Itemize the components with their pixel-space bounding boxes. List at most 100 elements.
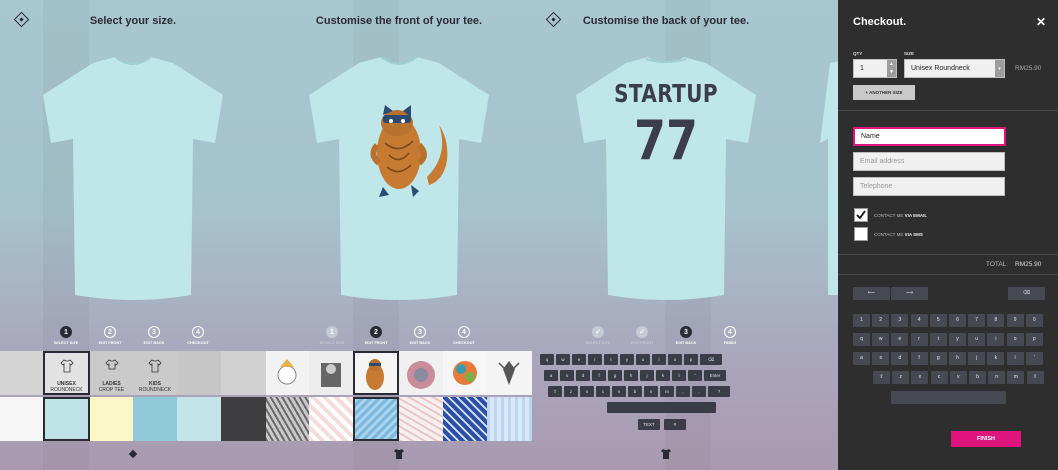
- keyboard-key[interactable]: Enter: [704, 370, 726, 381]
- graphic-option[interactable]: [399, 351, 443, 395]
- keyboard-key[interactable]: a: [853, 352, 870, 365]
- keyboard-key[interactable]: .: [692, 386, 706, 397]
- step-edit-back[interactable]: 3 EDIT BACK: [398, 326, 442, 345]
- keyboard-key[interactable]: c: [930, 371, 948, 384]
- back-print-name[interactable]: STARTUP: [586, 79, 746, 108]
- keyboard-key[interactable]: u: [636, 354, 650, 365]
- keyboard-key[interactable]: r: [588, 354, 602, 365]
- keyboard-key[interactable]: n: [988, 371, 1006, 384]
- keyboard-key[interactable]: 2: [872, 314, 890, 327]
- keyboard-key[interactable]: v: [612, 386, 626, 397]
- keyboard-key[interactable]: c: [596, 386, 610, 397]
- keyboard-key[interactable]: 0: [1025, 314, 1043, 327]
- keyboard-key[interactable]: 7: [968, 314, 986, 327]
- graphic-option[interactable]: [309, 351, 353, 395]
- step-edit-back[interactable]: 3 EDIT BACK: [664, 326, 708, 345]
- space-key[interactable]: [891, 391, 1006, 404]
- keyboard-key[interactable]: 5: [929, 314, 947, 327]
- keyboard-key[interactable]: y: [949, 333, 966, 346]
- pattern-option[interactable]: [266, 397, 309, 441]
- keyboard-key[interactable]: 8: [987, 314, 1005, 327]
- keyboard-key[interactable]: w: [872, 333, 890, 346]
- qty-stepper-icon[interactable]: ▲ ▼: [887, 60, 896, 77]
- color-swatch[interactable]: [90, 397, 133, 441]
- size-option-ladies[interactable]: LADIES CROP TEE: [90, 351, 133, 395]
- color-swatch[interactable]: [177, 397, 221, 441]
- step-edit-front[interactable]: 2 EDIT FRONT: [88, 326, 132, 345]
- keyboard-key[interactable]: e: [891, 333, 909, 346]
- keyboard-key[interactable]: y: [620, 354, 634, 365]
- keyboard-key[interactable]: s: [872, 352, 890, 365]
- keyboard-key[interactable]: v: [949, 371, 967, 384]
- cursor-right-key[interactable]: ⟶: [891, 287, 928, 300]
- keyboard-key[interactable]: o: [1006, 333, 1024, 346]
- keyboard-key[interactable]: 3: [891, 314, 909, 327]
- keyboard-key[interactable]: f: [592, 370, 606, 381]
- step-finish[interactable]: 4 FINISH: [708, 326, 752, 345]
- contact-sms-checkbox[interactable]: [854, 227, 868, 241]
- keyboard-key[interactable]: q: [540, 354, 554, 365]
- keyboard-key[interactable]: r: [910, 333, 928, 346]
- keyboard-key[interactable]: o: [668, 354, 682, 365]
- graphic-option-selected[interactable]: [353, 351, 399, 395]
- step-edit-front[interactable]: 2 EDIT FRONT: [354, 326, 398, 345]
- keyboard-key[interactable]: x: [911, 371, 929, 384]
- color-swatch[interactable]: [133, 397, 177, 441]
- step-checkout[interactable]: 4 CHECKOUT: [176, 326, 220, 345]
- keyboard-key[interactable]: ?: [708, 386, 730, 397]
- keyboard-key[interactable]: l: [672, 370, 686, 381]
- keyboard-key[interactable]: ⇧: [1026, 371, 1044, 384]
- name-field[interactable]: Name: [853, 127, 1006, 146]
- size-option-kids[interactable]: KIDS ROUNDNECK: [133, 351, 177, 395]
- keyboard-key[interactable]: m: [1007, 371, 1025, 384]
- step-select-size[interactable]: 1 SELECT SIZE: [310, 326, 354, 345]
- keyboard-key[interactable]: g: [929, 352, 947, 365]
- keyboard-key[interactable]: e: [572, 354, 586, 365]
- keyboard-key[interactable]: p: [684, 354, 698, 365]
- backspace-icon[interactable]: ⌫: [1008, 287, 1045, 300]
- keyboard-key[interactable]: 6: [949, 314, 966, 327]
- keyboard-key[interactable]: w: [556, 354, 570, 365]
- keyboard-key[interactable]: t: [929, 333, 947, 346]
- email-field[interactable]: Email address: [853, 152, 1005, 171]
- step-edit-front[interactable]: ✓ EDIT FRONT: [620, 326, 664, 345]
- keyboard-key[interactable]: b: [628, 386, 642, 397]
- contact-email-checkbox[interactable]: [854, 208, 868, 222]
- keyboard-key[interactable]: j: [640, 370, 654, 381]
- color-swatch[interactable]: [0, 397, 43, 441]
- back-print-number[interactable]: 77: [581, 109, 751, 172]
- graphic-option[interactable]: [487, 351, 532, 395]
- add-another-size-button[interactable]: + ANOTHER SIZE: [853, 85, 915, 100]
- cursor-left-key[interactable]: ⟵: [853, 287, 890, 300]
- keyboard-key[interactable]: t: [604, 354, 618, 365]
- keyboard-key[interactable]: m: [660, 386, 674, 397]
- keyboard-key[interactable]: d: [576, 370, 590, 381]
- keyboard-key[interactable]: u: [968, 333, 986, 346]
- pattern-option-selected[interactable]: [353, 397, 399, 441]
- keyboard-key[interactable]: 4: [910, 314, 928, 327]
- number-mode-key[interactable]: #: [664, 419, 686, 430]
- keyboard-key[interactable]: i: [652, 354, 666, 365]
- keyboard-key[interactable]: x: [580, 386, 594, 397]
- keyboard-key[interactable]: d: [891, 352, 909, 365]
- keyboard-key[interactable]: 1: [853, 314, 870, 327]
- space-key[interactable]: [607, 402, 716, 413]
- keyboard-key[interactable]: z: [892, 371, 910, 384]
- keyboard-key[interactable]: ': [1025, 352, 1043, 365]
- keyboard-key[interactable]: f: [910, 352, 928, 365]
- keyboard-key[interactable]: ⇧: [873, 371, 890, 384]
- keyboard-key[interactable]: s: [560, 370, 574, 381]
- keyboard-key[interactable]: q: [853, 333, 870, 346]
- keyboard-key[interactable]: k: [656, 370, 670, 381]
- graphic-option[interactable]: [266, 351, 309, 395]
- keyboard-key[interactable]: h: [949, 352, 966, 365]
- step-edit-back[interactable]: 3 EDIT BACK: [132, 326, 176, 345]
- keyboard-key[interactable]: ,: [676, 386, 690, 397]
- step-select-size[interactable]: 1 SELECT SIZE: [44, 326, 88, 345]
- finish-button[interactable]: FINISH: [951, 431, 1021, 447]
- color-swatch[interactable]: [221, 397, 266, 441]
- qty-field[interactable]: 1 ▲ ▼: [853, 59, 897, 78]
- keyboard-key[interactable]: g: [608, 370, 622, 381]
- keyboard-key[interactable]: ⌫: [700, 354, 722, 365]
- keyboard-key[interactable]: z: [564, 386, 578, 397]
